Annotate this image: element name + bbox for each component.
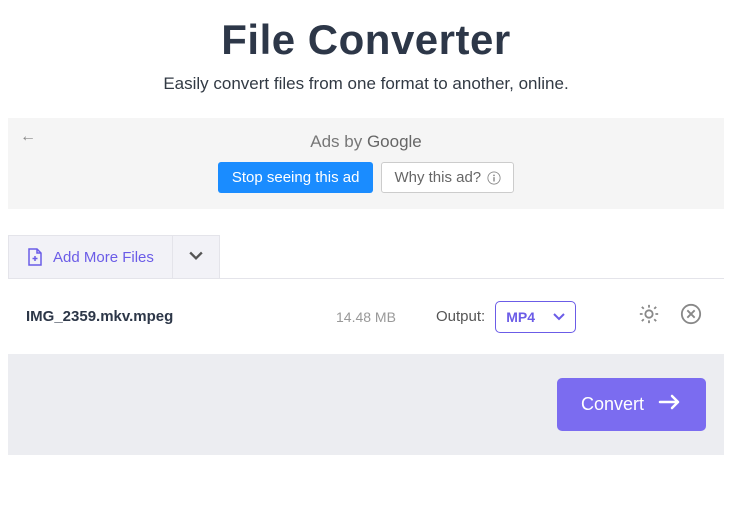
output-format-value: MP4 bbox=[506, 309, 535, 325]
add-file-icon bbox=[27, 248, 43, 266]
remove-file-button[interactable] bbox=[676, 299, 706, 334]
convert-label: Convert bbox=[581, 394, 644, 415]
ad-buttons-row: Stop seeing this ad Why this ad? bbox=[20, 162, 712, 193]
file-name: IMG_2359.mkv.mpeg bbox=[26, 308, 336, 325]
chevron-down-icon bbox=[553, 308, 565, 326]
why-ad-label: Why this ad? bbox=[394, 169, 481, 186]
page-title: File Converter bbox=[0, 16, 732, 64]
gear-icon bbox=[638, 303, 660, 330]
footer-bar: Convert bbox=[8, 354, 724, 455]
output-label: Output: bbox=[436, 308, 485, 325]
why-ad-button[interactable]: Why this ad? bbox=[381, 162, 514, 193]
chevron-down-icon bbox=[189, 248, 203, 266]
ads-by-text: Ads by bbox=[310, 132, 367, 151]
add-files-dropdown-button[interactable] bbox=[173, 235, 220, 278]
ads-by-label: Ads by Google bbox=[20, 132, 712, 152]
settings-button[interactable] bbox=[634, 299, 664, 334]
arrow-right-icon bbox=[658, 394, 682, 415]
google-logo-text: Google bbox=[367, 132, 422, 151]
ad-banner: ← Ads by Google Stop seeing this ad Why … bbox=[8, 118, 724, 209]
header: File Converter Easily convert files from… bbox=[0, 0, 732, 118]
output-format-select[interactable]: MP4 bbox=[495, 301, 576, 333]
convert-button[interactable]: Convert bbox=[557, 378, 706, 431]
info-icon bbox=[487, 171, 501, 185]
file-size: 14.48 MB bbox=[336, 309, 416, 325]
add-more-files-label: Add More Files bbox=[53, 249, 154, 266]
stop-ad-button[interactable]: Stop seeing this ad bbox=[218, 162, 374, 193]
back-arrow-icon[interactable]: ← bbox=[20, 128, 36, 146]
toolbar: Add More Files bbox=[8, 235, 724, 278]
file-row: IMG_2359.mkv.mpeg 14.48 MB Output: MP4 bbox=[8, 278, 724, 354]
page-subtitle: Easily convert files from one format to … bbox=[0, 74, 732, 94]
add-more-files-button[interactable]: Add More Files bbox=[8, 235, 173, 278]
close-icon bbox=[680, 303, 702, 330]
